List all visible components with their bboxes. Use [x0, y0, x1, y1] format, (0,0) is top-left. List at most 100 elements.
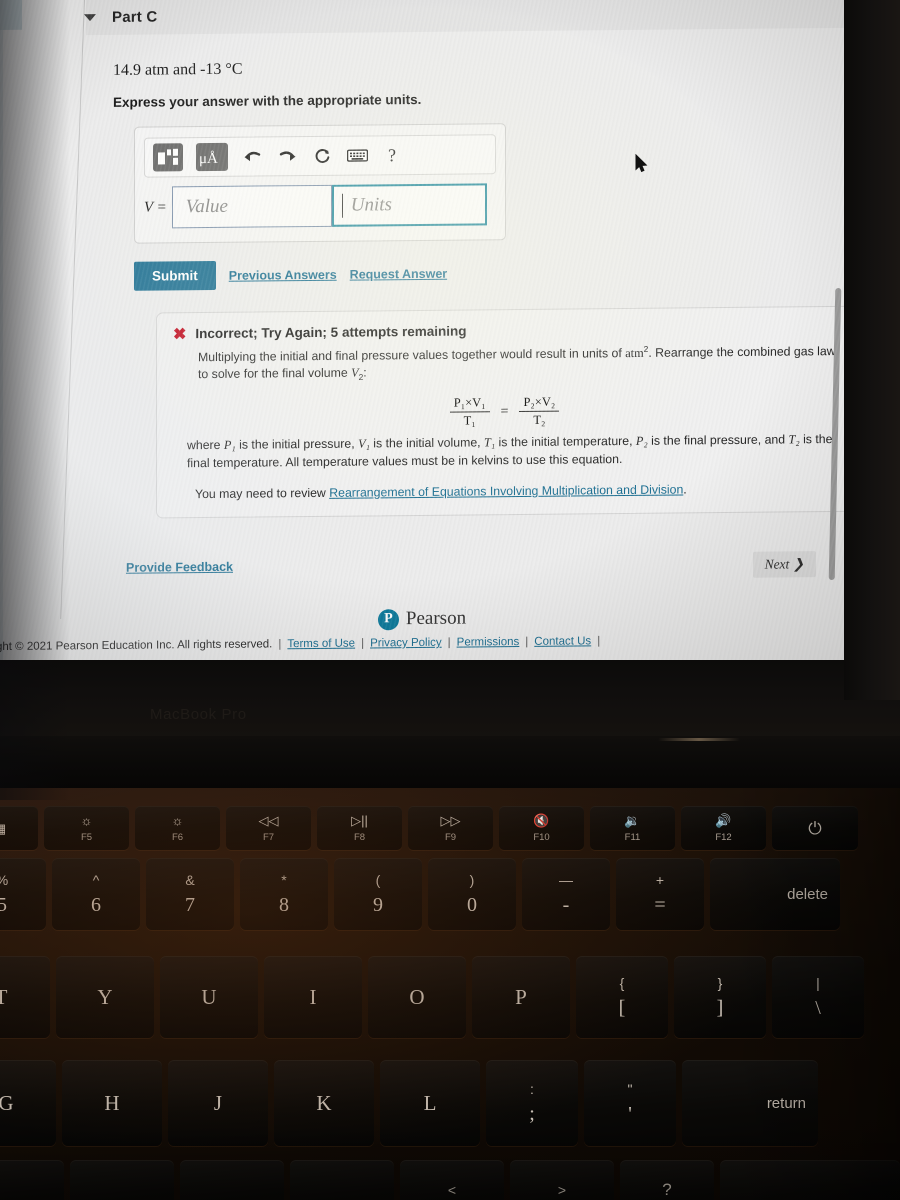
key-bottom-3[interactable]	[180, 1160, 284, 1200]
key-h[interactable]: H	[62, 1060, 162, 1146]
key-o[interactable]: O	[368, 956, 466, 1038]
key-8-shift: *	[281, 871, 287, 888]
feedback-colon: :	[363, 365, 367, 380]
where-symbol-t1: T₁	[484, 435, 496, 450]
key-u-label: U	[201, 984, 217, 1009]
where-t4: is the initial temperature,	[495, 434, 636, 450]
key-f12[interactable]: 🔊 F12	[681, 806, 766, 850]
key-delete[interactable]: delete	[710, 858, 840, 930]
key-power[interactable]: ⏻	[772, 806, 858, 850]
submit-button[interactable]: Submit	[134, 260, 216, 291]
value-placeholder: Value	[185, 195, 228, 218]
key-f7[interactable]: ◁◁ F7	[226, 806, 311, 850]
key-f9[interactable]: ▷▷ F9	[408, 806, 493, 850]
key-slash-question[interactable]: ?	[620, 1160, 714, 1200]
key-f9-label: F9	[444, 831, 457, 843]
value-input[interactable]: Value	[171, 184, 332, 229]
pearson-page: Part C 14.9 atm and -13 °C Express your …	[0, 0, 848, 676]
screen-bezel-bottom	[0, 660, 900, 740]
equation-operator: =	[500, 404, 509, 420]
key-5-shift: %	[0, 872, 8, 888]
x-mark-icon: ✖	[173, 326, 187, 344]
undo-icon[interactable]	[241, 145, 263, 167]
where-t1: where	[187, 438, 224, 453]
terms-of-use-link[interactable]: Terms of Use	[287, 638, 355, 651]
key-quote[interactable]: " '	[584, 1060, 676, 1146]
key-equals[interactable]: + =	[616, 858, 704, 930]
key-backslash-shift: |	[816, 974, 820, 991]
key-bottom-2[interactable]	[70, 1160, 174, 1200]
key-backslash[interactable]: | \	[772, 956, 864, 1038]
key-9[interactable]: ( 9	[334, 858, 422, 930]
key-period-greater-than[interactable]: >	[510, 1160, 614, 1200]
units-input[interactable]: Units	[331, 183, 487, 227]
contact-us-link[interactable]: Contact Us	[534, 635, 591, 648]
key-t-label: T	[0, 984, 8, 1009]
key-8[interactable]: * 8	[240, 858, 328, 930]
volume-up-icon: 🔊	[715, 812, 732, 828]
key-5[interactable]: % 5	[0, 858, 46, 930]
key-semicolon-shift: :	[530, 1080, 534, 1097]
key-less-than-label: <	[447, 1182, 457, 1198]
redo-icon[interactable]	[276, 145, 298, 167]
key-bracket-right[interactable]: } ]	[674, 956, 766, 1038]
key-6[interactable]: ^ 6	[52, 858, 140, 930]
key-p[interactable]: P	[472, 956, 570, 1038]
key-bottom-1[interactable]	[0, 1160, 64, 1200]
key-g[interactable]: G	[0, 1060, 56, 1146]
key-i-label: I	[309, 984, 317, 1009]
review-link[interactable]: Rearrangement of Equations Involving Mul…	[329, 483, 683, 500]
key-j[interactable]: J	[168, 1060, 268, 1146]
key-bottom-right[interactable]	[720, 1160, 900, 1200]
key-semicolon[interactable]: : ;	[486, 1060, 578, 1146]
fast-forward-icon: ▷▷	[440, 812, 461, 828]
key-f5[interactable]: ☼ F5	[44, 806, 129, 850]
where-symbol-v1: V₁	[358, 436, 370, 452]
chevron-down-icon[interactable]	[84, 13, 96, 21]
help-icon[interactable]: ?	[381, 144, 403, 166]
next-button[interactable]: Next ❯	[752, 551, 816, 578]
key-f6-label: F6	[171, 831, 184, 843]
key-return-label: return	[766, 1094, 806, 1112]
key-bracket-left[interactable]: { [	[576, 956, 668, 1038]
key-u[interactable]: U	[160, 956, 258, 1038]
key-return[interactable]: return	[682, 1060, 818, 1146]
key-k[interactable]: K	[274, 1060, 374, 1146]
copyright-text: ght © 2021 Pearson Education Inc. All ri…	[0, 638, 273, 654]
feedback-v2: V	[351, 365, 359, 380]
key-minus-shift: —	[559, 871, 573, 888]
key-bracket-left-shift: {	[619, 974, 625, 991]
key-f8[interactable]: ▷|| F8	[317, 806, 402, 850]
key-7[interactable]: & 7	[146, 858, 234, 930]
equation-left-numerator: P₁×V₁	[453, 395, 486, 411]
key-bottom-4[interactable]	[290, 1160, 394, 1200]
key-comma-less-than[interactable]: <	[400, 1160, 504, 1200]
key-t[interactable]: T	[0, 956, 50, 1038]
reset-icon[interactable]	[311, 145, 333, 167]
previous-answers-link[interactable]: Previous Answers	[229, 267, 337, 282]
play-pause-icon: ▷||	[351, 812, 368, 828]
privacy-policy-link[interactable]: Privacy Policy	[370, 637, 442, 650]
key-f6[interactable]: ☼ F6	[135, 806, 220, 850]
key-f10[interactable]: 🔇 F10	[499, 806, 584, 850]
key-f11[interactable]: 🔉 F11	[590, 806, 675, 850]
key-f4[interactable]: ▦	[0, 806, 38, 850]
key-y[interactable]: Y	[56, 956, 154, 1038]
key-i[interactable]: I	[264, 956, 362, 1038]
key-l[interactable]: L	[380, 1060, 480, 1146]
template-icon[interactable]	[153, 143, 183, 172]
key-6-shift: ^	[92, 871, 100, 888]
key-equals-shift: +	[655, 871, 665, 888]
equation-left-fraction: P₁×V₁ T₁	[449, 395, 490, 429]
keyboard-bottom-row: < > ?	[0, 1160, 900, 1200]
keyboard-icon[interactable]	[346, 144, 368, 166]
key-minus[interactable]: — -	[522, 858, 610, 930]
key-0[interactable]: ) 0	[428, 858, 516, 930]
provide-feedback-link[interactable]: Provide Feedback	[126, 560, 233, 575]
mouse-pointer-icon	[635, 153, 648, 178]
power-icon: ⏻	[808, 818, 822, 838]
units-icon[interactable]: μÅ	[196, 142, 228, 172]
keyboard-backlight-down-icon: ☼	[80, 812, 93, 828]
permissions-link[interactable]: Permissions	[457, 636, 520, 649]
request-answer-link[interactable]: Request Answer	[350, 266, 447, 281]
